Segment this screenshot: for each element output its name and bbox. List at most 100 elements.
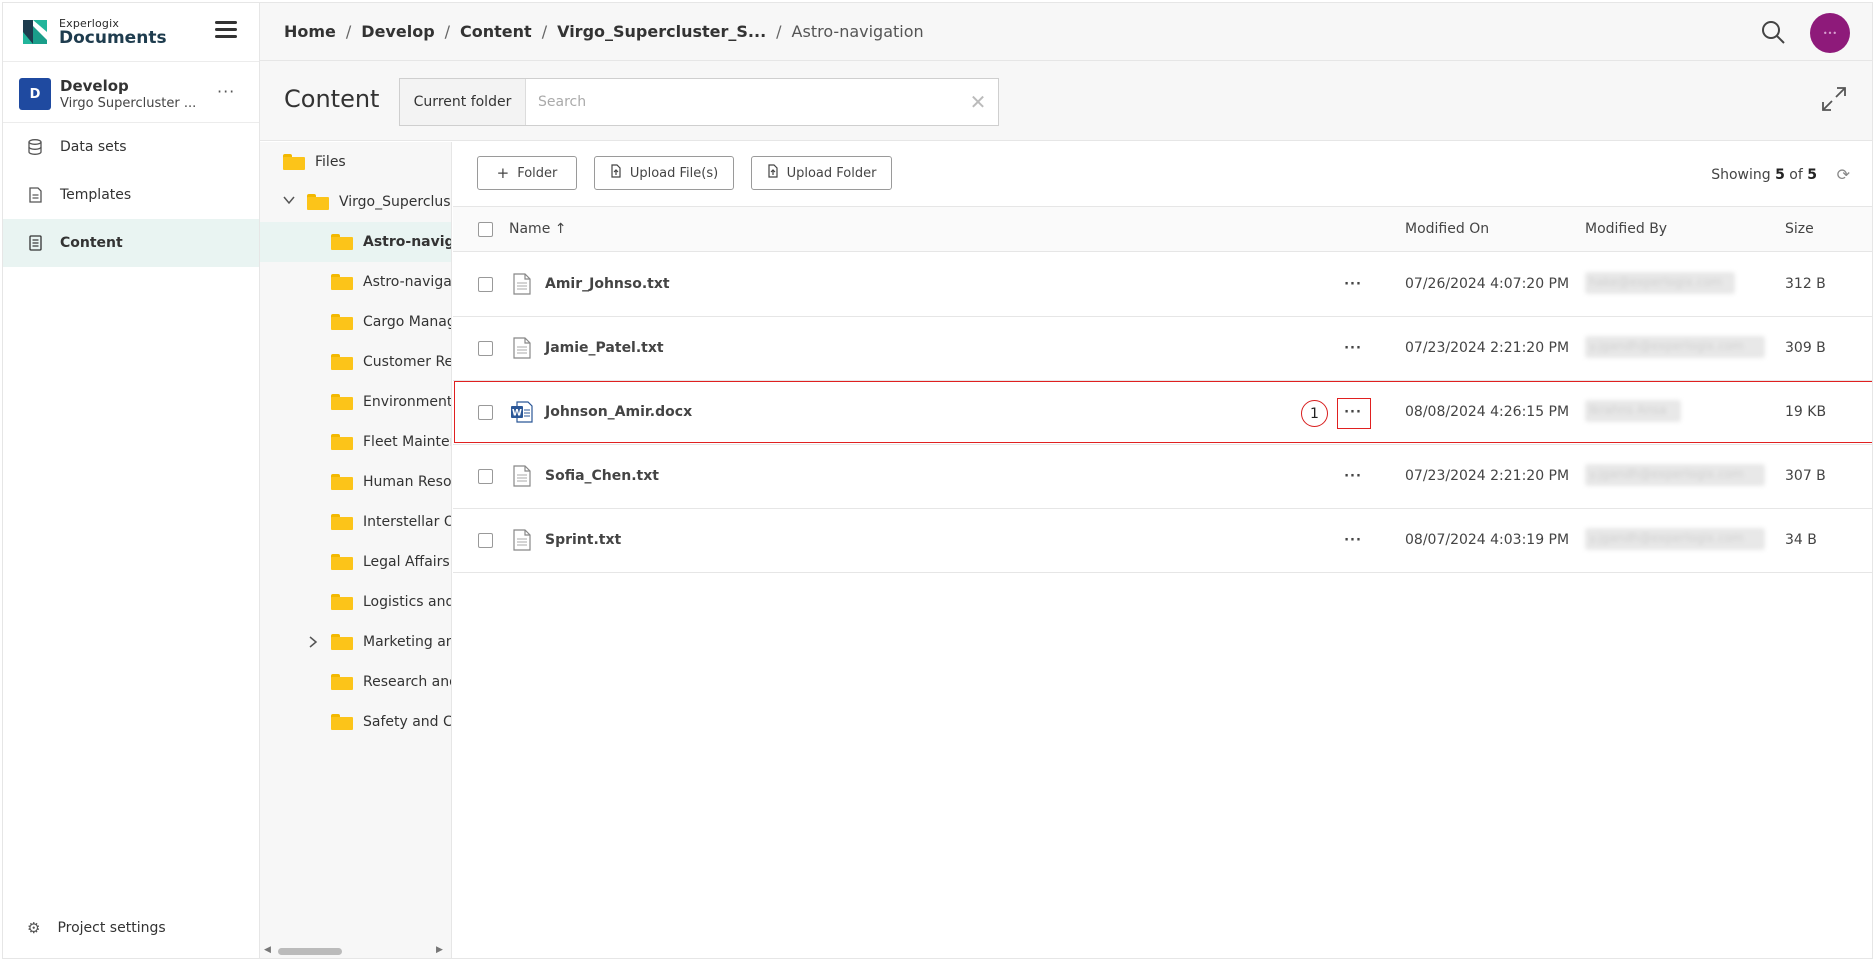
table-row[interactable]: Amir_Johnso.txt ··· 07/26/2024 4:07:20 P…	[453, 253, 1872, 317]
tree-item-astro-navigation[interactable]: Astro-navigation	[260, 262, 451, 302]
scroll-left-icon[interactable]: ◀	[264, 945, 271, 955]
nav-item-data-sets[interactable]: Data sets	[3, 123, 259, 171]
column-header-modified-by[interactable]: Modified By	[1585, 221, 1667, 237]
column-header-size[interactable]: Size	[1785, 221, 1814, 237]
tree-item-astro-navigation-selected[interactable]: Astro-navigation	[260, 222, 451, 262]
app-window: Experlogix Documents D Develop Virgo Sup…	[2, 2, 1873, 959]
tree-item-legal-affairs[interactable]: Legal Affairs	[260, 542, 451, 582]
folder-icon	[283, 154, 305, 170]
scroll-right-icon[interactable]: ▶	[436, 945, 443, 955]
row-more-options-button[interactable]: ···	[1337, 525, 1369, 555]
breadcrumb-virgo-supercluster[interactable]: Virgo_Supercluster_S...	[557, 22, 766, 41]
file-size: 309 B	[1785, 340, 1826, 356]
file-name[interactable]: Amir_Johnso.txt	[545, 276, 670, 292]
breadcrumb-content[interactable]: Content	[460, 22, 532, 41]
chevron-right-icon[interactable]	[306, 635, 320, 652]
tree-item-research[interactable]: Research and	[260, 662, 451, 702]
row-checkbox[interactable]	[478, 533, 493, 548]
text-file-icon	[513, 273, 531, 295]
project-switcher[interactable]: D Develop Virgo Supercluster ... ···	[3, 61, 259, 123]
breadcrumb-home[interactable]: Home	[284, 22, 336, 41]
page-title: Content	[284, 85, 380, 113]
table-row[interactable]: Sofia_Chen.txt ··· 07/23/2024 2:21:20 PM…	[453, 445, 1872, 509]
app-logo[interactable]: Experlogix Documents	[21, 17, 167, 47]
row-checkbox[interactable]	[478, 405, 493, 420]
scrollbar-thumb[interactable]	[278, 948, 342, 955]
tree-item-interstellar-operations[interactable]: Interstellar Operations	[260, 502, 451, 542]
file-name[interactable]: Johnson_Amir.docx	[545, 404, 692, 420]
brand-small: Experlogix	[59, 16, 120, 30]
nav-item-label: Content	[60, 235, 123, 251]
content-icon	[27, 235, 43, 251]
refresh-icon[interactable]: ⟳	[1837, 165, 1850, 184]
tree-item-logistics[interactable]: Logistics and	[260, 582, 451, 622]
top-bar: Home / Develop / Content / Virgo_Supercl…	[260, 3, 1872, 61]
tree-item-label: Astro-navigation	[363, 234, 451, 250]
step-badge: 1	[1301, 400, 1328, 427]
column-header-name[interactable]: Name ↑	[509, 221, 566, 237]
table-row[interactable]: Sprint.txt ··· 08/07/2024 4:03:19 PM y.j…	[453, 509, 1872, 573]
folder-icon	[331, 714, 353, 730]
folder-icon	[331, 474, 353, 490]
file-name[interactable]: Jamie_Patel.txt	[545, 340, 664, 356]
experlogix-logo-icon	[23, 20, 47, 44]
nav-item-templates[interactable]: Templates	[3, 171, 259, 219]
project-settings-link[interactable]: ⚙ Project settings	[3, 913, 259, 943]
upload-folder-label: Upload Folder	[786, 165, 877, 181]
tree-item-virgo-supercluster[interactable]: Virgo_Supercluster_S	[260, 182, 451, 222]
row-checkbox[interactable]	[478, 277, 493, 292]
search-scope-selector[interactable]: Current folder	[400, 79, 526, 125]
breadcrumb-develop[interactable]: Develop	[361, 22, 434, 41]
row-more-options-button[interactable]: ···	[1337, 397, 1369, 427]
row-more-options-button[interactable]: ···	[1337, 333, 1369, 363]
upload-folder-button[interactable]: Upload Folder	[751, 156, 892, 190]
table-row[interactable]: Jamie_Patel.txt ··· 07/23/2024 2:21:20 P…	[453, 317, 1872, 381]
tree-item-safety[interactable]: Safety and Compliance	[260, 702, 451, 742]
text-file-icon	[513, 337, 531, 359]
tree-item-human-resources[interactable]: Human Resources	[260, 462, 451, 502]
row-checkbox[interactable]	[478, 341, 493, 356]
tree-item-cargo-management[interactable]: Cargo Management	[260, 302, 451, 342]
tree-item-environmental[interactable]: Environmental	[260, 382, 451, 422]
clear-search-icon[interactable]: ✕	[958, 79, 998, 125]
breadcrumb: Home / Develop / Content / Virgo_Supercl…	[284, 22, 924, 41]
user-avatar[interactable]: •••	[1810, 13, 1850, 53]
select-all-checkbox[interactable]	[478, 222, 493, 237]
row-more-options-button[interactable]: ···	[1337, 461, 1369, 491]
logo-text: Experlogix Documents	[59, 18, 167, 47]
folder-icon	[331, 234, 353, 250]
new-folder-button[interactable]: + Folder	[477, 156, 577, 190]
hamburger-menu-icon[interactable]	[215, 21, 237, 39]
file-size: 312 B	[1785, 276, 1826, 292]
tree-item-label: Files	[315, 154, 346, 170]
column-header-modified-on[interactable]: Modified On	[1405, 221, 1489, 237]
content-header: Content Current folder ✕	[260, 61, 1872, 141]
file-size: 34 B	[1785, 532, 1817, 548]
modified-by: y.jgandh@experlogix.com	[1585, 528, 1765, 550]
row-more-options-button[interactable]: ···	[1337, 269, 1369, 299]
upload-files-button[interactable]: Upload File(s)	[594, 156, 734, 190]
file-name[interactable]: Sprint.txt	[545, 532, 621, 548]
tree-item-customer-relations[interactable]: Customer Relations	[260, 342, 451, 382]
tree-root-files[interactable]: Files	[260, 142, 451, 182]
breadcrumb-separator: /	[345, 22, 352, 41]
tree-item-fleet-maintenance[interactable]: Fleet Maintenance	[260, 422, 451, 462]
expand-icon[interactable]	[1820, 85, 1848, 113]
tree-item-marketing[interactable]: Marketing and	[260, 622, 451, 662]
table-row[interactable]: W Johnson_Amir.docx ··· 08/08/2024 4:26:…	[453, 381, 1872, 445]
project-more-icon[interactable]: ···	[217, 82, 235, 101]
file-name[interactable]: Sofia_Chen.txt	[545, 468, 659, 484]
chevron-down-icon[interactable]	[282, 193, 296, 210]
nav-item-content[interactable]: Content	[3, 219, 259, 267]
tree-horizontal-scrollbar[interactable]: ◀ ▶	[260, 944, 451, 958]
folder-icon	[331, 394, 353, 410]
folder-icon	[331, 554, 353, 570]
row-checkbox[interactable]	[478, 469, 493, 484]
modified-on: 08/07/2024 4:03:19 PM	[1405, 532, 1570, 548]
tree-item-label: Virgo_Supercluster_S	[339, 194, 451, 210]
search-input[interactable]	[526, 79, 958, 125]
folder-icon	[307, 194, 329, 210]
search-icon[interactable]	[1760, 19, 1786, 45]
breadcrumb-separator: /	[541, 22, 548, 41]
folder-tree: Files Virgo_Supercluster_S Astro-navigat…	[260, 142, 452, 958]
